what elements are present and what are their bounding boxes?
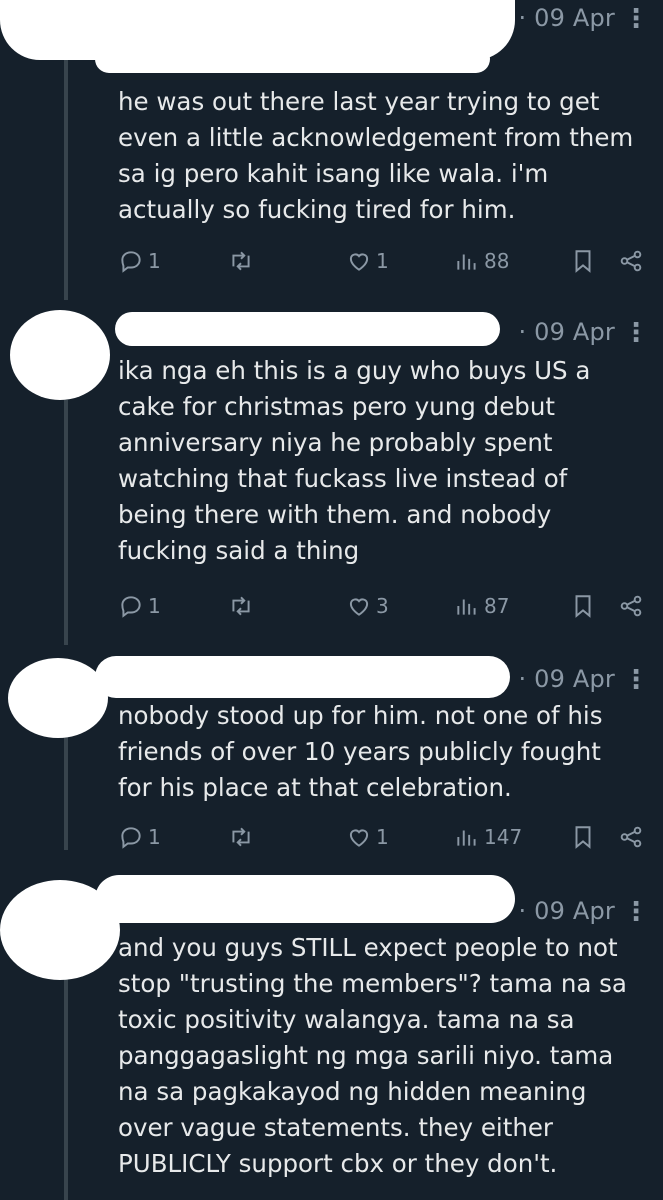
tweet[interactable]: · 09 Apr ⋮ ika nga eh this is a guy who …	[0, 300, 663, 650]
bookmark-button[interactable]	[570, 248, 596, 274]
redacted-name-line	[95, 656, 510, 698]
tweet-timestamp[interactable]: · 09 Apr	[518, 318, 615, 346]
bookmark-icon	[575, 595, 591, 618]
more-options-icon[interactable]: ⋮	[623, 899, 649, 925]
bookmark-icon	[575, 250, 591, 273]
retweet-button[interactable]	[228, 248, 258, 274]
like-count: 3	[376, 594, 389, 618]
share-icon	[620, 595, 642, 617]
like-button[interactable]: 1	[346, 248, 389, 274]
redacted-name-line	[95, 875, 515, 923]
retweet-icon	[232, 827, 250, 847]
tweet-text: ika nga eh this is a guy who buys US a c…	[118, 356, 591, 565]
reply-button[interactable]: 1	[118, 248, 161, 274]
tweet-actions: 1 1 147	[118, 824, 658, 860]
tweet-timestamp[interactable]: · 09 Apr	[518, 665, 615, 693]
tweet-timestamp[interactable]: · 09 Apr	[518, 897, 615, 925]
heart-icon	[349, 253, 369, 271]
reply-count: 1	[148, 249, 161, 273]
like-count: 1	[376, 825, 389, 849]
redacted-name-line	[115, 312, 500, 346]
reply-button[interactable]: 1	[118, 593, 161, 619]
heart-icon	[349, 829, 369, 847]
redacted-avatar	[8, 658, 108, 738]
share-button[interactable]	[618, 593, 644, 619]
retweet-icon	[232, 596, 250, 616]
views-button[interactable]: 147	[454, 824, 522, 850]
views-count: 147	[484, 825, 523, 849]
views-icon	[457, 254, 476, 270]
like-count: 1	[376, 249, 389, 273]
views-button[interactable]: 88	[454, 248, 509, 274]
more-options-icon[interactable]: ⋮	[623, 667, 649, 693]
bookmark-button[interactable]	[570, 593, 596, 619]
reply-icon	[121, 596, 141, 618]
bookmark-button[interactable]	[570, 824, 596, 850]
share-icon	[620, 826, 642, 848]
tweet[interactable]: · 09 Apr ⋮ nobody stood up for him. not …	[0, 650, 663, 865]
redacted-avatar	[10, 310, 110, 400]
share-icon	[620, 250, 642, 272]
views-button[interactable]: 87	[454, 593, 509, 619]
more-options-icon[interactable]: ⋮	[623, 320, 649, 346]
retweet-button[interactable]	[228, 593, 258, 619]
tweet-text: he was out there last year trying to get…	[118, 87, 634, 224]
views-icon	[457, 830, 476, 846]
tweet[interactable]: · 09 Apr ⋮ and you guys STILL expect peo…	[0, 865, 663, 1200]
views-count: 88	[484, 249, 510, 273]
reply-button[interactable]: 1	[118, 824, 161, 850]
more-options-icon[interactable]: ⋮	[623, 6, 649, 32]
share-button[interactable]	[618, 824, 644, 850]
like-button[interactable]: 3	[346, 593, 389, 619]
tweet-actions: 1 3 87	[118, 593, 658, 629]
tweet[interactable]: · 09 Apr ⋮ he was out there last year tr…	[0, 0, 663, 300]
tweet-timestamp[interactable]: · 09 Apr	[518, 4, 615, 32]
reply-icon	[121, 251, 141, 273]
heart-icon	[349, 598, 369, 616]
bookmark-icon	[575, 826, 591, 849]
tweet-actions: 1 1 88	[118, 248, 658, 284]
reply-count: 1	[148, 594, 161, 618]
like-button[interactable]: 1	[346, 824, 389, 850]
tweet-text: and you guys STILL expect people to not …	[118, 933, 627, 1178]
retweet-icon	[232, 251, 250, 271]
views-icon	[457, 599, 476, 615]
reply-count: 1	[148, 825, 161, 849]
reply-icon	[121, 827, 141, 849]
redacted-name-line	[95, 45, 490, 73]
views-count: 87	[484, 594, 510, 618]
share-button[interactable]	[618, 248, 644, 274]
tweet-text: nobody stood up for him. not one of his …	[118, 701, 603, 802]
retweet-button[interactable]	[228, 824, 258, 850]
